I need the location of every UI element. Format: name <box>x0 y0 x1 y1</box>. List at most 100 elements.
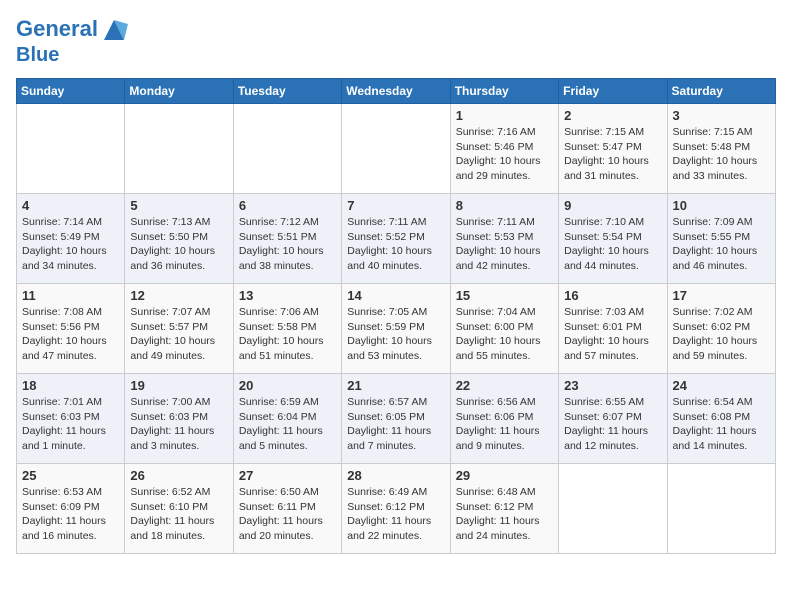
day-number: 3 <box>673 108 770 123</box>
day-number: 1 <box>456 108 553 123</box>
day-info: Sunrise: 7:02 AM Sunset: 6:02 PM Dayligh… <box>673 305 770 364</box>
day-number: 25 <box>22 468 119 483</box>
day-number: 2 <box>564 108 661 123</box>
weekday-header-sunday: Sunday <box>17 79 125 104</box>
calendar-cell: 21Sunrise: 6:57 AM Sunset: 6:05 PM Dayli… <box>342 374 450 464</box>
calendar-cell: 27 Sunrise: 6:50 AM Sunset: 6:11 PM Dayli… <box>233 464 341 554</box>
day-info: Sunrise: 7:11 AM Sunset: 5:52 PM Dayligh… <box>347 215 444 274</box>
calendar-week-0: 1 Sunrise: 7:16 AM Sunset: 5:46 PM Daylig… <box>17 104 776 194</box>
day-number: 28 <box>347 468 444 483</box>
day-number: 29 <box>456 468 553 483</box>
calendar-cell <box>342 104 450 194</box>
calendar-header-row: SundayMondayTuesdayWednesdayThursdayFrid… <box>17 79 776 104</box>
day-number: 24 <box>673 378 770 393</box>
calendar-cell: 6Sunrise: 7:12 AM Sunset: 5:51 PM Daylig… <box>233 194 341 284</box>
page-header: General Blue <box>16 16 776 66</box>
calendar-cell <box>233 104 341 194</box>
day-number: 23 <box>564 378 661 393</box>
day-number: 7 <box>347 198 444 213</box>
calendar-cell: 12 Sunrise: 7:07 AM Sunset: 5:57 PM Dayli… <box>125 284 233 374</box>
calendar-cell: 5 Sunrise: 7:13 AM Sunset: 5:50 PM Daylig… <box>125 194 233 284</box>
calendar-cell <box>559 464 667 554</box>
calendar-cell: 9 Sunrise: 7:10 AM Sunset: 5:54 PM Daylig… <box>559 194 667 284</box>
day-info: Sunrise: 7:00 AM Sunset: 6:03 PM Dayligh… <box>130 395 227 454</box>
day-number: 19 <box>130 378 227 393</box>
calendar-cell: 8 Sunrise: 7:11 AM Sunset: 5:53 PM Daylig… <box>450 194 558 284</box>
day-info: Sunrise: 6:48 AM Sunset: 6:12 PM Dayligh… <box>456 485 553 544</box>
day-info: Sunrise: 7:07 AM Sunset: 5:57 PM Dayligh… <box>130 305 227 364</box>
logo-text: General <box>16 16 128 44</box>
day-number: 27 <box>239 468 336 483</box>
day-number: 8 <box>456 198 553 213</box>
weekday-header-monday: Monday <box>125 79 233 104</box>
day-info: Sunrise: 6:56 AM Sunset: 6:06 PM Dayligh… <box>456 395 553 454</box>
day-number: 21 <box>347 378 444 393</box>
calendar-cell: 17 Sunrise: 7:02 AM Sunset: 6:02 PM Dayli… <box>667 284 775 374</box>
calendar-cell: 1 Sunrise: 7:16 AM Sunset: 5:46 PM Daylig… <box>450 104 558 194</box>
calendar-week-1: 4 Sunrise: 7:14 AM Sunset: 5:49 PM Daylig… <box>17 194 776 284</box>
calendar-body: 1 Sunrise: 7:16 AM Sunset: 5:46 PM Daylig… <box>17 104 776 554</box>
calendar-cell <box>667 464 775 554</box>
day-info: Sunrise: 7:11 AM Sunset: 5:53 PM Dayligh… <box>456 215 553 274</box>
day-number: 5 <box>130 198 227 213</box>
day-number: 12 <box>130 288 227 303</box>
calendar-cell: 29 Sunrise: 6:48 AM Sunset: 6:12 PM Dayli… <box>450 464 558 554</box>
weekday-header-friday: Friday <box>559 79 667 104</box>
day-info: Sunrise: 7:06 AM Sunset: 5:58 PM Dayligh… <box>239 305 336 364</box>
day-number: 18 <box>22 378 119 393</box>
day-number: 20 <box>239 378 336 393</box>
calendar-cell: 14Sunrise: 7:05 AM Sunset: 5:59 PM Dayli… <box>342 284 450 374</box>
calendar-cell: 4 Sunrise: 7:14 AM Sunset: 5:49 PM Daylig… <box>17 194 125 284</box>
day-info: Sunrise: 6:52 AM Sunset: 6:10 PM Dayligh… <box>130 485 227 544</box>
day-number: 15 <box>456 288 553 303</box>
calendar-week-3: 18 Sunrise: 7:01 AM Sunset: 6:03 PM Dayli… <box>17 374 776 464</box>
calendar-cell: 10 Sunrise: 7:09 AM Sunset: 5:55 PM Dayli… <box>667 194 775 284</box>
day-info: Sunrise: 6:55 AM Sunset: 6:07 PM Dayligh… <box>564 395 661 454</box>
day-info: Sunrise: 7:03 AM Sunset: 6:01 PM Dayligh… <box>564 305 661 364</box>
day-info: Sunrise: 7:13 AM Sunset: 5:50 PM Dayligh… <box>130 215 227 274</box>
day-number: 17 <box>673 288 770 303</box>
day-info: Sunrise: 7:01 AM Sunset: 6:03 PM Dayligh… <box>22 395 119 454</box>
day-number: 22 <box>456 378 553 393</box>
day-info: Sunrise: 7:10 AM Sunset: 5:54 PM Dayligh… <box>564 215 661 274</box>
day-info: Sunrise: 6:53 AM Sunset: 6:09 PM Dayligh… <box>22 485 119 544</box>
day-info: Sunrise: 7:12 AM Sunset: 5:51 PM Dayligh… <box>239 215 336 274</box>
calendar-cell: 11Sunrise: 7:08 AM Sunset: 5:56 PM Dayli… <box>17 284 125 374</box>
logo-line2: Blue <box>16 44 128 66</box>
day-number: 11 <box>22 288 119 303</box>
day-info: Sunrise: 6:49 AM Sunset: 6:12 PM Dayligh… <box>347 485 444 544</box>
day-info: Sunrise: 7:15 AM Sunset: 5:48 PM Dayligh… <box>673 125 770 184</box>
weekday-header-tuesday: Tuesday <box>233 79 341 104</box>
calendar-cell: 18 Sunrise: 7:01 AM Sunset: 6:03 PM Dayli… <box>17 374 125 464</box>
calendar-cell: 20 Sunrise: 6:59 AM Sunset: 6:04 PM Dayli… <box>233 374 341 464</box>
calendar-cell: 13Sunrise: 7:06 AM Sunset: 5:58 PM Dayli… <box>233 284 341 374</box>
day-number: 16 <box>564 288 661 303</box>
calendar-cell: 24 Sunrise: 6:54 AM Sunset: 6:08 PM Dayli… <box>667 374 775 464</box>
calendar-cell <box>17 104 125 194</box>
calendar-cell: 7 Sunrise: 7:11 AM Sunset: 5:52 PM Daylig… <box>342 194 450 284</box>
day-number: 4 <box>22 198 119 213</box>
calendar-week-2: 11Sunrise: 7:08 AM Sunset: 5:56 PM Dayli… <box>17 284 776 374</box>
calendar-week-4: 25 Sunrise: 6:53 AM Sunset: 6:09 PM Dayli… <box>17 464 776 554</box>
weekday-header-saturday: Saturday <box>667 79 775 104</box>
calendar-cell: 28 Sunrise: 6:49 AM Sunset: 6:12 PM Dayli… <box>342 464 450 554</box>
day-number: 10 <box>673 198 770 213</box>
day-info: Sunrise: 6:54 AM Sunset: 6:08 PM Dayligh… <box>673 395 770 454</box>
calendar: SundayMondayTuesdayWednesdayThursdayFrid… <box>16 78 776 554</box>
day-info: Sunrise: 7:04 AM Sunset: 6:00 PM Dayligh… <box>456 305 553 364</box>
day-info: Sunrise: 7:16 AM Sunset: 5:46 PM Dayligh… <box>456 125 553 184</box>
calendar-cell: 15 Sunrise: 7:04 AM Sunset: 6:00 PM Dayli… <box>450 284 558 374</box>
day-info: Sunrise: 7:09 AM Sunset: 5:55 PM Dayligh… <box>673 215 770 274</box>
day-info: Sunrise: 6:59 AM Sunset: 6:04 PM Dayligh… <box>239 395 336 454</box>
calendar-cell: 23 Sunrise: 6:55 AM Sunset: 6:07 PM Dayli… <box>559 374 667 464</box>
calendar-cell: 2Sunrise: 7:15 AM Sunset: 5:47 PM Daylig… <box>559 104 667 194</box>
calendar-cell: 26Sunrise: 6:52 AM Sunset: 6:10 PM Dayli… <box>125 464 233 554</box>
calendar-cell: 19 Sunrise: 7:00 AM Sunset: 6:03 PM Dayli… <box>125 374 233 464</box>
day-number: 14 <box>347 288 444 303</box>
day-info: Sunrise: 7:14 AM Sunset: 5:49 PM Dayligh… <box>22 215 119 274</box>
calendar-cell <box>125 104 233 194</box>
day-number: 9 <box>564 198 661 213</box>
calendar-cell: 3 Sunrise: 7:15 AM Sunset: 5:48 PM Daylig… <box>667 104 775 194</box>
day-info: Sunrise: 6:50 AM Sunset: 6:11 PM Dayligh… <box>239 485 336 544</box>
calendar-cell: 25 Sunrise: 6:53 AM Sunset: 6:09 PM Dayli… <box>17 464 125 554</box>
